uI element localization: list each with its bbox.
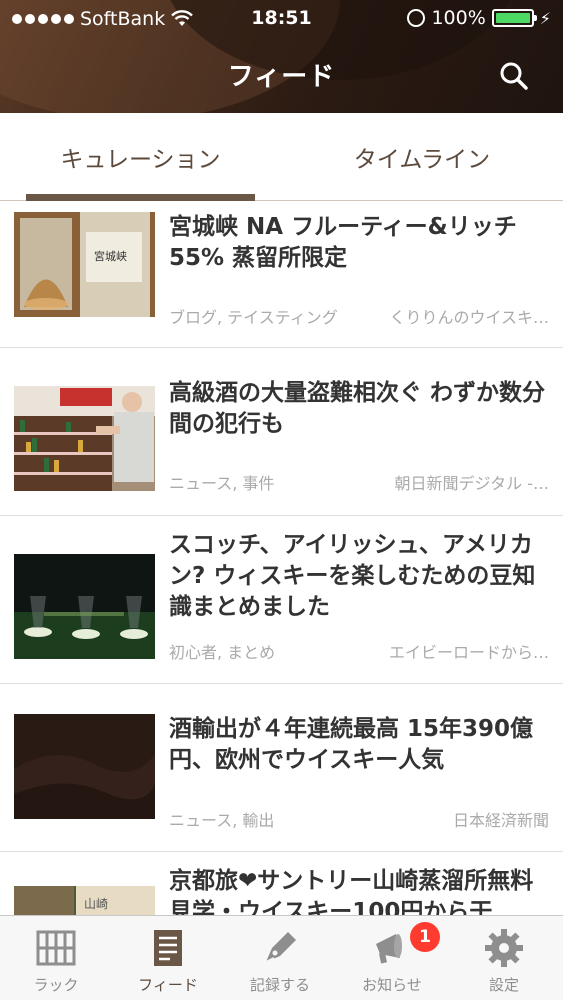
feed-categories: ニュース, 事件 — [169, 474, 275, 493]
segment-tabs: キュレーション タイムライン — [0, 113, 563, 201]
feed-categories: ニュース, 輸出 — [169, 811, 275, 830]
tabbar-label: 記録する — [249, 976, 310, 994]
pen-icon — [265, 932, 296, 963]
notification-badge: 1 — [410, 922, 440, 952]
feed-source: くりりんのウイスキ… — [389, 308, 549, 327]
tabbar-label: フィード — [138, 976, 198, 994]
tabbar-item-rack[interactable]: ラック — [0, 916, 112, 1000]
svg-text:山崎: 山崎 — [84, 897, 108, 911]
tab-curation[interactable]: キュレーション — [0, 113, 281, 201]
feed-title: 酒輸出が４年連続最高 15年390億円、欧州でウイスキー人気 — [169, 716, 534, 773]
tabbar-label: ラック — [33, 976, 79, 994]
feed-categories: 初心者, まとめ — [169, 643, 276, 662]
feed-thumbnail — [14, 386, 155, 491]
battery-percent: 100% — [431, 7, 486, 29]
feed-item[interactable]: 酒輸出が４年連続最高 15年390億円、欧州でウイスキー人気 ニュース, 輸出 … — [0, 684, 563, 852]
status-bar: SoftBank 18:51 100% ⚡ — [0, 0, 563, 38]
rotation-lock-icon — [407, 9, 426, 27]
tabbar-item-record[interactable]: 記録する — [224, 916, 336, 1000]
feed-item[interactable]: 高級酒の大量盗難相次ぐ わずか数分間の犯行も ニュース, 事件 朝日新聞デジタル… — [0, 348, 563, 516]
nav-header: SoftBank 18:51 100% ⚡ フィード — [0, 0, 563, 113]
feed-source: エイビーロードから… — [388, 643, 549, 662]
feed-item[interactable]: 宮城峡 宮城峡 NA フルーティー&リッチ 55% 蒸留所限定 ブログ, テイス… — [0, 202, 563, 348]
bottom-tab-bar: ラック フィード 記録する 1 お知らせ 設定 — [0, 915, 563, 1000]
status-bar-right: 100% ⚡ — [407, 7, 551, 29]
feed-title: 高級酒の大量盗難相次ぐ わずか数分間の犯行も — [169, 380, 546, 437]
tabbar-item-notifications[interactable]: 1 お知らせ — [336, 916, 448, 1000]
battery-icon — [491, 9, 537, 27]
tabbar-label: 設定 — [488, 976, 519, 994]
feed-title: 京都旅❤サントリー山崎蒸溜所無料見学・ウイスキー100円から干 — [169, 868, 534, 915]
feed-title: スコッチ、アイリッシュ、アメリカン? ウィスキーを楽しむための豆知識まとめました — [169, 532, 536, 620]
feed-thumbnail: 山崎 — [14, 886, 155, 915]
tab-timeline[interactable]: タイムライン — [281, 113, 563, 201]
search-icon[interactable] — [496, 58, 532, 94]
tabbar-item-settings[interactable]: 設定 — [448, 916, 560, 1000]
gear-icon — [485, 929, 523, 967]
feed-thumbnail: 宮城峡 — [14, 212, 155, 317]
feed-thumbnail — [14, 714, 155, 819]
feed-categories: ブログ, テイスティング — [169, 308, 338, 327]
charging-icon: ⚡ — [539, 8, 551, 28]
feed-item[interactable]: スコッチ、アイリッシュ、アメリカン? ウィスキーを楽しむための豆知識まとめました… — [0, 516, 563, 684]
svg-text:宮城峡: 宮城峡 — [94, 249, 127, 263]
tab-active-indicator — [26, 194, 255, 201]
feed-item[interactable]: 山崎 京都旅❤サントリー山崎蒸溜所無料見学・ウイスキー100円から干 — [0, 852, 563, 915]
tabbar-item-feed[interactable]: フィード — [112, 916, 224, 1000]
feed-title: 宮城峡 NA フルーティー&リッチ 55% 蒸留所限定 — [169, 214, 517, 271]
tabbar-label: お知らせ — [362, 976, 422, 994]
rack-icon — [36, 930, 76, 966]
feed-source: 朝日新聞デジタル -… — [394, 474, 549, 493]
feed-thumbnail — [14, 554, 155, 659]
megaphone-icon — [376, 934, 402, 964]
page-title: フィード — [227, 62, 336, 92]
feed-source: 日本経済新聞 — [452, 811, 549, 830]
feed-list: 宮城峡 宮城峡 NA フルーティー&リッチ 55% 蒸留所限定 ブログ, テイス… — [0, 202, 563, 915]
feed-icon — [154, 930, 182, 966]
